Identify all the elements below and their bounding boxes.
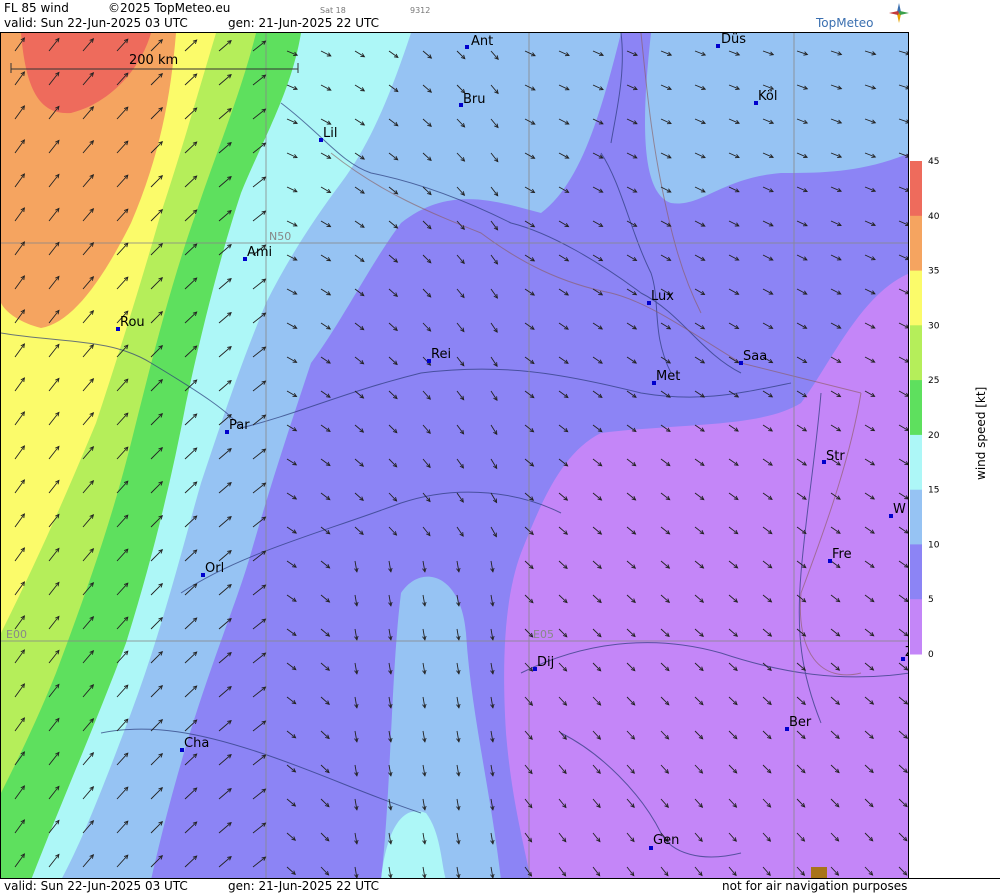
- city-fre[interactable]: Fre: [828, 547, 852, 563]
- city-par[interactable]: Par: [225, 418, 250, 434]
- legend-tick-label: 0: [928, 650, 934, 660]
- svg-text:Dij: Dij: [537, 655, 554, 670]
- footer-generation-time: gen: 21-Jun-2025 22 UTC: [228, 879, 380, 893]
- small-code-label: 9312: [410, 6, 431, 15]
- svg-text:Par: Par: [229, 418, 250, 433]
- svg-text:Ant: Ant: [471, 34, 493, 49]
- legend-ticks: 45 40 35 30 25 20 15 10 5 0: [928, 157, 940, 660]
- lat-label-n50: N50: [269, 230, 291, 243]
- svg-text:Str: Str: [826, 449, 845, 464]
- legend-tick-label: 20: [928, 431, 940, 441]
- svg-text:Ber: Ber: [789, 715, 812, 730]
- small-day-label: Sat 18: [320, 6, 346, 15]
- city-dij[interactable]: Dij: [533, 655, 554, 671]
- city-ber[interactable]: Ber: [785, 715, 812, 731]
- svg-text:Düs: Düs: [721, 33, 746, 47]
- legend-tick-label: 15: [928, 486, 939, 496]
- legend-swatch: [910, 161, 922, 217]
- legend-canvas: 45 40 35 30 25 20 15 10 5 0 wind speed [kt]: [910, 157, 988, 660]
- legend-swatch: [910, 270, 922, 326]
- svg-text:Ami: Ami: [247, 245, 272, 260]
- wind-map[interactable]: N50 E00 E05 200 km Ant Düs Bru Köl Lil A…: [0, 32, 909, 879]
- legend-tick-label: 40: [928, 212, 940, 222]
- legend-swatch: [910, 599, 922, 655]
- legend-tick-label: 45: [928, 157, 939, 167]
- svg-text:Orl: Orl: [205, 561, 224, 576]
- legend-tick-label: 30: [928, 321, 940, 331]
- city-gen[interactable]: Gen: [649, 833, 679, 850]
- legend-tick-label: 10: [928, 540, 940, 550]
- brand-logo-text: TopMeteo: [816, 16, 874, 30]
- svg-text:Gen: Gen: [653, 833, 679, 848]
- city-orl[interactable]: Orl: [201, 561, 224, 577]
- footer-disclaimer: not for air navigation purposes: [722, 879, 908, 893]
- legend-swatch: [910, 215, 922, 272]
- lon-label-e00: E00: [6, 628, 27, 641]
- city-lux[interactable]: Lux: [647, 289, 674, 305]
- svg-text:Köl: Köl: [758, 89, 777, 104]
- legend-swatch: [910, 544, 922, 600]
- footer-valid-time: valid: Sun 22-Jun-2025 03 UTC: [4, 879, 188, 893]
- copyright: ©2025 TopMeteo.eu: [108, 1, 231, 15]
- legend-swatch: [910, 489, 922, 545]
- svg-text:Z: Z: [905, 645, 909, 660]
- city-rou[interactable]: Rou: [116, 315, 145, 331]
- svg-text:Rou: Rou: [120, 315, 145, 330]
- legend-tick-label: 25: [928, 376, 939, 386]
- city-saa[interactable]: Saa: [739, 349, 767, 365]
- legend-swatch: [910, 380, 922, 436]
- svg-text:Bru: Bru: [463, 92, 486, 107]
- scale-bar-label: 200 km: [129, 53, 178, 68]
- city-met[interactable]: Met: [652, 369, 680, 385]
- footer-bar: valid: Sun 22-Jun-2025 03 UTC gen: 21-Ju…: [0, 878, 1000, 893]
- svg-text:Fre: Fre: [832, 547, 852, 562]
- generation-time: gen: 21-Jun-2025 22 UTC: [228, 16, 380, 30]
- city-bru[interactable]: Bru: [459, 92, 486, 107]
- city-kol[interactable]: Köl: [754, 89, 777, 105]
- svg-text:Rei: Rei: [431, 347, 451, 362]
- legend-title: wind speed [kt]: [974, 387, 988, 480]
- city-cha[interactable]: Cha: [180, 736, 209, 752]
- legend-swatch: [910, 434, 922, 491]
- svg-text:Met: Met: [656, 369, 680, 384]
- wind-speed-legend: 45 40 35 30 25 20 15 10 5 0 wind speed [kt]: [910, 32, 1000, 879]
- compass-logo-icon: [889, 3, 909, 23]
- legend-tick-label: 35: [928, 267, 939, 277]
- lon-label-e05: E05: [533, 628, 554, 641]
- city-ami[interactable]: Ami: [243, 245, 272, 261]
- legend-color-bar: [910, 161, 922, 655]
- product-title: FL 85 wind: [4, 1, 69, 15]
- city-dus[interactable]: Düs: [716, 33, 746, 48]
- svg-text:Lux: Lux: [651, 289, 674, 304]
- map-canvas: N50 E00 E05 200 km Ant Düs Bru Köl Lil A…: [1, 33, 909, 878]
- header-bar: FL 85 wind ©2025 TopMeteo.eu valid: Sun …: [0, 0, 1000, 32]
- legend-tick-label: 5: [928, 595, 934, 605]
- svg-text:W: W: [893, 502, 906, 517]
- svg-text:Saa: Saa: [743, 349, 767, 364]
- valid-time: valid: Sun 22-Jun-2025 03 UTC: [4, 16, 188, 30]
- legend-swatch: [910, 325, 922, 381]
- svg-text:Lil: Lil: [323, 126, 337, 141]
- city-str[interactable]: Str: [822, 449, 845, 464]
- city-rei[interactable]: Rei: [427, 347, 451, 363]
- svg-text:Cha: Cha: [184, 736, 209, 751]
